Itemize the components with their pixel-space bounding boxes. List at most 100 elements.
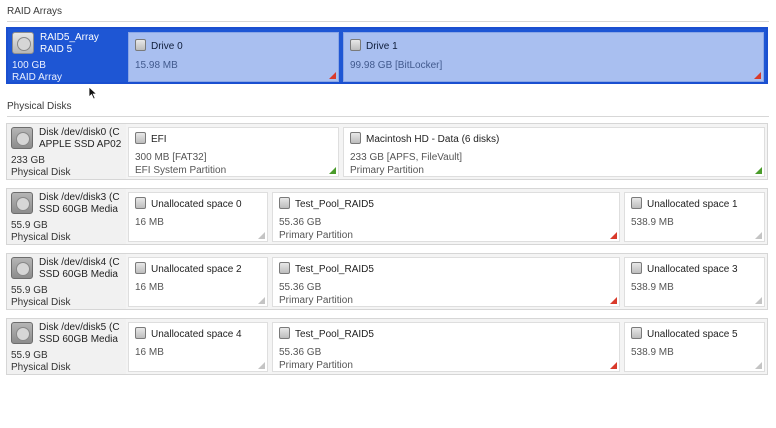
disk-name: Disk /dev/disk3 (C <box>39 192 120 203</box>
raid-drive-0[interactable]: Drive 0 15.98 MB <box>128 32 339 82</box>
raid-array-header[interactable]: RAID5_Array RAID 5 100 GB RAID Array <box>8 29 127 83</box>
disk-icon <box>11 192 33 214</box>
partition-icon <box>279 327 290 339</box>
partition-icon <box>135 262 146 274</box>
partition-name: Unallocated space 3 <box>647 264 738 275</box>
partition-icon <box>631 197 642 209</box>
disk-size: 55.9 GB <box>11 220 48 231</box>
disk-icon <box>11 322 33 344</box>
partition-test-pool-raid5[interactable]: Test_Pool_RAID5 55.36 GB Primary Partiti… <box>272 257 620 307</box>
disk-size: 233 GB <box>11 155 45 166</box>
status-corner-icon <box>755 167 762 174</box>
partition-icon <box>631 262 642 274</box>
partition-name: Unallocated space 1 <box>647 199 738 210</box>
partition-icon <box>350 132 361 144</box>
disk-row-disk5[interactable]: Disk /dev/disk5 (C SSD 60GB Media 55.9 G… <box>6 318 768 375</box>
raid-array-type: RAID Array <box>12 72 63 83</box>
partition-size: 16 MB <box>135 282 164 293</box>
partition-test-pool-raid5[interactable]: Test_Pool_RAID5 55.36 GB Primary Partiti… <box>272 192 620 242</box>
disk-type: Physical Disk <box>11 232 71 243</box>
partition-name: Unallocated space 2 <box>151 264 242 275</box>
partition-kind: Primary Partition <box>279 295 353 306</box>
partition-unallocated-2[interactable]: Unallocated space 2 16 MB <box>128 257 268 307</box>
partition-name: Unallocated space 4 <box>151 329 242 340</box>
partition-size: 16 MB <box>135 217 164 228</box>
raid-arrays-divider <box>7 21 769 22</box>
disk-header[interactable]: Disk /dev/disk5 (C SSD 60GB Media 55.9 G… <box>7 319 126 374</box>
partition-size: 300 MB [FAT32] <box>135 152 207 163</box>
status-corner-icon <box>754 72 761 79</box>
drive-icon <box>350 39 361 51</box>
raid-array-row[interactable]: RAID5_Array RAID 5 100 GB RAID Array Dri… <box>6 27 768 100</box>
status-corner-icon <box>755 297 762 304</box>
disk-icon <box>12 32 34 54</box>
status-corner-icon <box>258 232 265 239</box>
status-corner-icon <box>258 297 265 304</box>
partition-unallocated-5[interactable]: Unallocated space 5 538.9 MB <box>624 322 765 372</box>
physical-disks-title: Physical Disks <box>7 101 72 112</box>
partition-kind: Primary Partition <box>279 360 353 371</box>
disk-model: APPLE SSD AP02 <box>39 139 122 150</box>
partition-name: Macintosh HD - Data (6 disks) <box>366 134 500 145</box>
disk-name: Disk /dev/disk4 (C <box>39 257 120 268</box>
partition-unallocated-4[interactable]: Unallocated space 4 16 MB <box>128 322 268 372</box>
disk-row-disk3[interactable]: Disk /dev/disk3 (C SSD 60GB Media 55.9 G… <box>6 188 768 245</box>
status-corner-icon <box>258 362 265 369</box>
status-corner-icon <box>610 362 617 369</box>
physical-disks-divider <box>7 116 769 117</box>
partition-unallocated-0[interactable]: Unallocated space 0 16 MB <box>128 192 268 242</box>
partition-icon <box>279 262 290 274</box>
partition-kind: Primary Partition <box>279 230 353 241</box>
drive-size: 99.98 GB [BitLocker] <box>350 60 443 71</box>
raid-drive-1[interactable]: Drive 1 99.98 GB [BitLocker] <box>343 32 764 82</box>
disk-model: SSD 60GB Media <box>39 204 118 215</box>
raid-arrays-title: RAID Arrays <box>7 6 63 17</box>
disk-size: 55.9 GB <box>11 350 48 361</box>
status-corner-icon <box>329 72 336 79</box>
disk-header[interactable]: Disk /dev/disk3 (C SSD 60GB Media 55.9 G… <box>7 189 126 244</box>
disk-icon <box>11 257 33 279</box>
disk-header[interactable]: Disk /dev/disk0 (C APPLE SSD AP02 233 GB… <box>7 124 126 179</box>
disk-header[interactable]: Disk /dev/disk4 (C SSD 60GB Media 55.9 G… <box>7 254 126 309</box>
partition-size: 233 GB [APFS, FileVault] <box>350 152 463 163</box>
drive-icon <box>135 39 146 51</box>
partition-unallocated-3[interactable]: Unallocated space 3 538.9 MB <box>624 257 765 307</box>
partition-size: 55.36 GB <box>279 347 322 358</box>
partition-icon <box>135 327 146 339</box>
disk-name: Disk /dev/disk0 (C <box>39 127 120 138</box>
disk-name: Disk /dev/disk5 (C <box>39 322 120 333</box>
partition-name: EFI <box>151 134 167 145</box>
disk-size: 55.9 GB <box>11 285 48 296</box>
disk-row-disk0[interactable]: Disk /dev/disk0 (C APPLE SSD AP02 233 GB… <box>6 123 768 180</box>
disk-model: SSD 60GB Media <box>39 334 118 345</box>
partition-kind: Primary Partition <box>350 165 424 176</box>
partition-name: Unallocated space 0 <box>151 199 242 210</box>
disk-model: SSD 60GB Media <box>39 269 118 280</box>
disk-type: Physical Disk <box>11 297 71 308</box>
partition-icon <box>135 132 146 144</box>
status-corner-icon <box>610 297 617 304</box>
partition-size: 538.9 MB <box>631 347 674 358</box>
partition-macintosh-hd[interactable]: Macintosh HD - Data (6 disks) 233 GB [AP… <box>343 127 765 177</box>
partition-unallocated-1[interactable]: Unallocated space 1 538.9 MB <box>624 192 765 242</box>
raid-array-name: RAID5_Array <box>40 32 99 43</box>
status-corner-icon <box>755 232 762 239</box>
drive-name: Drive 1 <box>366 41 398 52</box>
partition-efi[interactable]: EFI 300 MB [FAT32] EFI System Partition <box>128 127 339 177</box>
partition-icon <box>279 197 290 209</box>
disk-icon <box>11 127 33 149</box>
status-corner-icon <box>329 167 336 174</box>
drive-size: 15.98 MB <box>135 60 178 71</box>
status-corner-icon <box>610 232 617 239</box>
raid-array-level: RAID 5 <box>40 44 73 55</box>
partition-size: 55.36 GB <box>279 282 322 293</box>
partition-kind: EFI System Partition <box>135 165 227 176</box>
partition-test-pool-raid5[interactable]: Test_Pool_RAID5 55.36 GB Primary Partiti… <box>272 322 620 372</box>
partition-size: 16 MB <box>135 347 164 358</box>
disk-row-disk4[interactable]: Disk /dev/disk4 (C SSD 60GB Media 55.9 G… <box>6 253 768 310</box>
partition-name: Test_Pool_RAID5 <box>295 264 374 275</box>
partition-size: 55.36 GB <box>279 217 322 228</box>
partition-name: Test_Pool_RAID5 <box>295 329 374 340</box>
mouse-cursor-icon <box>88 86 98 100</box>
disk-type: Physical Disk <box>11 362 71 373</box>
